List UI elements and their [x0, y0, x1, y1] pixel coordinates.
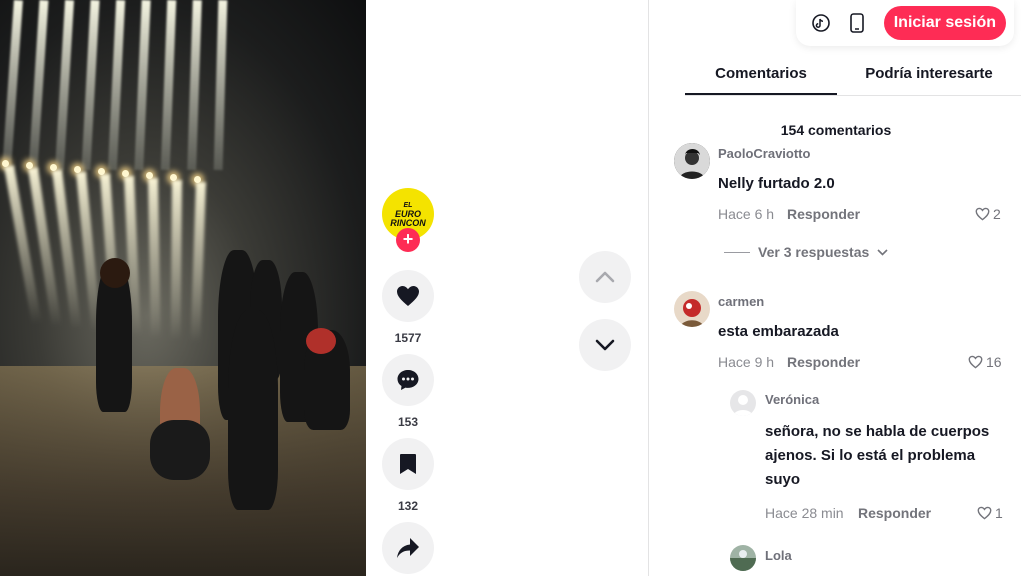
light-beam	[28, 0, 49, 171]
light-beam	[160, 0, 177, 171]
comment-time: Hace 6 h	[718, 206, 775, 222]
avatar[interactable]	[674, 291, 710, 327]
share-icon	[397, 538, 419, 558]
comment-text: señora, no se habla de cuerpos ajenos. S…	[765, 420, 1015, 492]
view-replies-label: Ver 3 respuestas	[758, 244, 870, 260]
reply-button[interactable]: Responder	[787, 354, 860, 370]
light-beam	[170, 179, 182, 341]
light-beam	[81, 0, 100, 171]
tab-recommended[interactable]: Podría interesarte	[837, 58, 1021, 95]
heart-outline-icon	[968, 355, 983, 369]
comment-text: esta embarazada	[718, 323, 839, 340]
comment-username[interactable]: carmen	[718, 294, 764, 309]
save-button[interactable]	[382, 438, 434, 490]
logo-text-el: EL	[403, 202, 413, 209]
avatar[interactable]	[730, 390, 756, 416]
comment-like-button[interactable]: 2	[975, 206, 1001, 222]
comment-text-line: ajenos. Si lo está el problema	[765, 447, 976, 464]
comment-time: Hace 9 h	[718, 354, 775, 370]
creator-avatar[interactable]: EL EURO RINCON +	[382, 188, 434, 252]
light-beam	[190, 181, 206, 343]
next-video-button[interactable]	[579, 319, 631, 371]
light-beam	[134, 0, 151, 171]
heart-icon	[397, 286, 419, 306]
save-count: 132	[397, 499, 419, 513]
comment-text-line: señora, no se habla de cuerpos	[765, 423, 990, 440]
comment-text-line: suyo	[765, 471, 801, 488]
light-beam	[213, 0, 228, 171]
comment-like-button[interactable]: 16	[968, 354, 1002, 370]
avatar[interactable]	[674, 143, 710, 179]
divider	[724, 251, 750, 253]
header-actions: Iniciar sesión	[796, 0, 1014, 46]
comment-like-count: 1	[995, 505, 1003, 521]
light-beam	[148, 177, 161, 339]
previous-video-button[interactable]	[579, 251, 631, 303]
like-count: 1577	[394, 331, 422, 345]
comment-like-count: 2	[993, 206, 1001, 222]
comment-username[interactable]: Lola	[765, 548, 792, 563]
comment-username[interactable]: PaoloCraviotto	[718, 146, 810, 161]
view-replies-button[interactable]: Ver 3 respuestas	[724, 244, 888, 260]
tab-comments[interactable]: Comentarios	[685, 58, 837, 95]
follow-button[interactable]: +	[396, 228, 420, 252]
comment-button[interactable]	[382, 354, 434, 406]
light-beam	[107, 0, 126, 171]
comment-time: Hace 28 min	[765, 505, 844, 521]
reply-button[interactable]: Responder	[858, 505, 931, 521]
tiktok-icon[interactable]	[812, 14, 830, 32]
chevron-down-icon	[595, 339, 615, 351]
chevron-down-icon	[877, 248, 888, 256]
comments-count: 154 comentarios	[780, 122, 892, 138]
comment-text: Nelly furtado 2.0	[718, 175, 835, 192]
light-beam	[54, 0, 75, 171]
comment-icon	[397, 370, 419, 390]
action-rail: EL EURO RINCON + 1577 153 132	[382, 188, 436, 574]
login-button[interactable]: Iniciar sesión	[883, 6, 1006, 40]
like-button[interactable]	[382, 270, 434, 322]
chevron-up-icon	[595, 271, 615, 283]
light-beam	[2, 0, 23, 171]
heart-outline-icon	[975, 207, 990, 221]
comment-count: 153	[397, 415, 419, 429]
video-player[interactable]	[0, 0, 366, 576]
panel-tabs: Comentarios Podría interesarte	[685, 58, 1021, 96]
logo-text-rincon: RINCON	[390, 218, 426, 228]
comment-username[interactable]: Verónica	[765, 392, 819, 407]
bookmark-icon	[400, 454, 416, 474]
share-button[interactable]	[382, 522, 434, 574]
heart-outline-icon	[977, 506, 992, 520]
reply-button[interactable]: Responder	[787, 206, 860, 222]
comment-like-button[interactable]: 1	[977, 505, 1003, 521]
phone-icon[interactable]	[850, 13, 864, 33]
light-beam	[187, 0, 202, 171]
avatar[interactable]	[730, 545, 756, 571]
comment-like-count: 16	[986, 354, 1002, 370]
